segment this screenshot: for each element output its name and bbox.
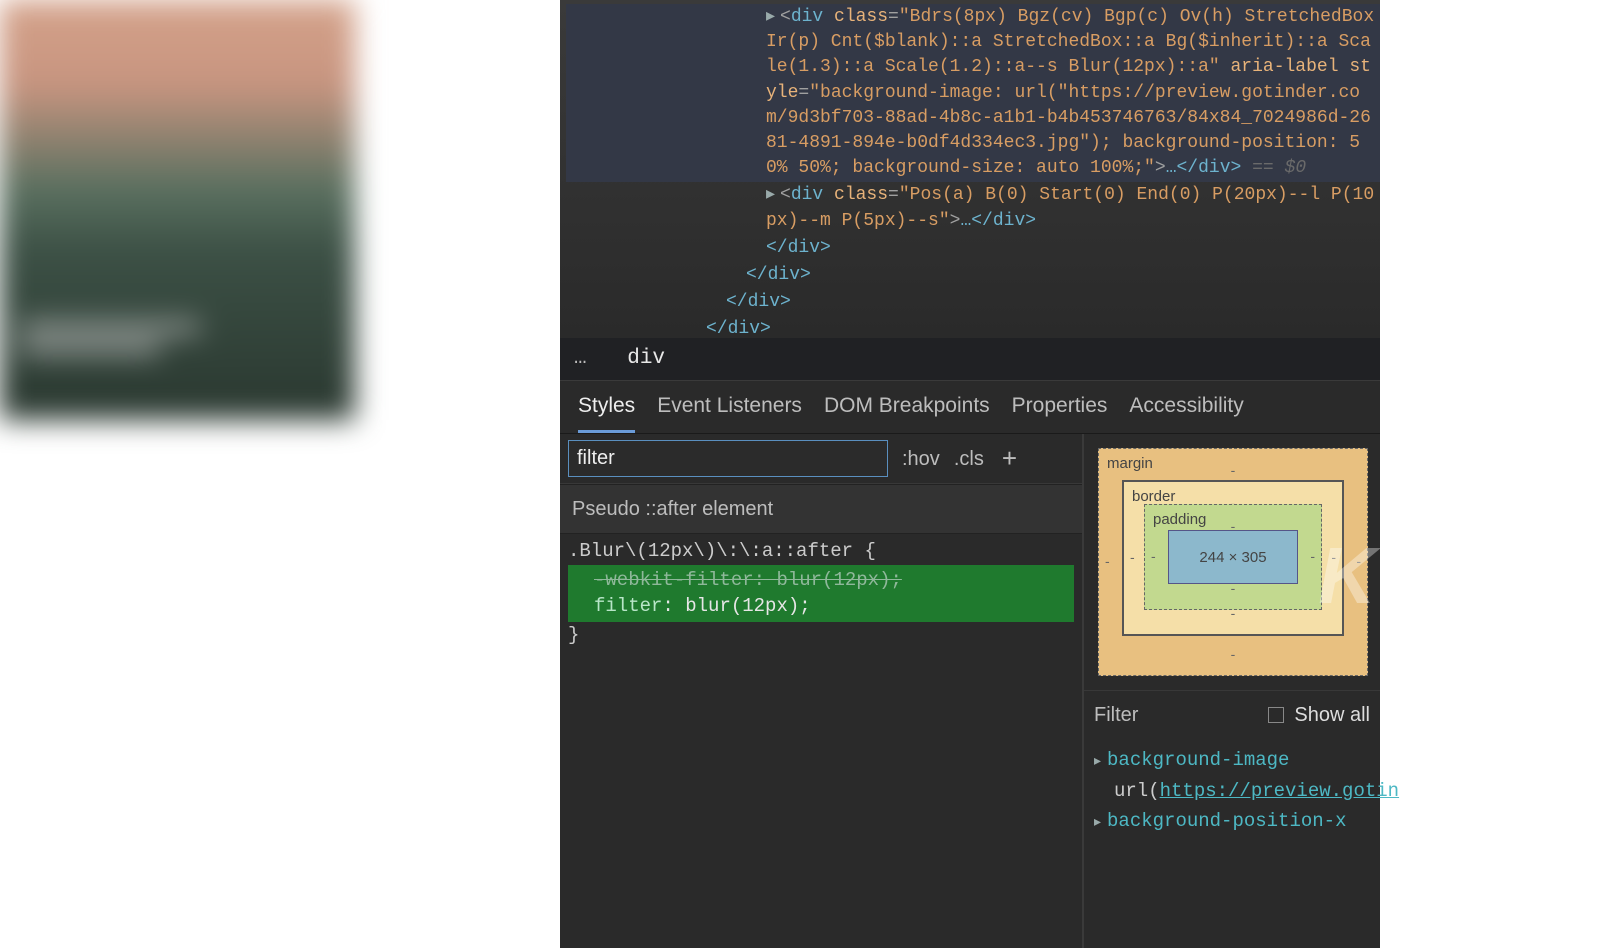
expand-arrow-icon[interactable]: ▸ [1094, 814, 1101, 834]
section-pseudo-after: Pseudo ::after element [560, 484, 1082, 534]
box-model-padding-label: padding [1153, 509, 1206, 530]
dom-close: </div> [566, 262, 1380, 289]
breadcrumb-current[interactable]: div [627, 347, 665, 370]
dom-node[interactable]: ▸<div class="Pos(a) B(0) Start(0) End(0)… [566, 182, 1380, 234]
computed-filter-label[interactable]: Filter [1094, 701, 1258, 729]
elements-tree[interactable]: ▸<div class="Bdrs(8px) Bgz(cv) Bgp(c) Ov… [560, 0, 1380, 338]
breadcrumb-ellipsis[interactable]: … [574, 347, 587, 370]
rule-selector: .Blur\(12px\)\:\:a::after { [568, 538, 1074, 565]
breadcrumb-bar[interactable]: … div [560, 338, 1380, 379]
show-all-label[interactable]: Show all [1294, 701, 1370, 729]
tab-styles[interactable]: Styles [578, 391, 635, 433]
preview-placeholder-lines [20, 323, 200, 365]
dom-close: </div> [566, 235, 1380, 262]
tag-name: div [791, 7, 823, 27]
declaration-filter[interactable]: filter: blur(12px); [594, 593, 1074, 620]
devtools-panel: ▸<div class="Bdrs(8px) Bgz(cv) Bgp(c) Ov… [560, 0, 1380, 948]
dom-close: </div> [566, 289, 1380, 316]
computed-prop-background-position-x[interactable]: ▸background-position-x [1094, 806, 1370, 837]
tab-event-listeners[interactable]: Event Listeners [657, 391, 802, 433]
css-rule[interactable]: .Blur\(12px\)\:\:a::after { -webkit-filt… [560, 534, 1082, 948]
hov-toggle[interactable]: :hov [902, 445, 940, 473]
styles-tabs: Styles Event Listeners DOM Breakpoints P… [560, 380, 1380, 433]
box-model-margin-label: margin [1107, 453, 1153, 474]
computed-prop-value: url(https://preview.gotin [1094, 776, 1370, 807]
computed-prop-background-image[interactable]: ▸background-image [1094, 745, 1370, 776]
dom-close: </div> [566, 316, 1380, 334]
tab-dom-breakpoints[interactable]: DOM Breakpoints [824, 391, 990, 433]
dom-node-selected[interactable]: ▸<div class="Bdrs(8px) Bgz(cv) Bgp(c) Ov… [566, 4, 1380, 182]
computed-column: margin - - - - border - - - - paddin [1082, 434, 1380, 948]
rule-close-brace: } [568, 622, 1074, 649]
box-model[interactable]: margin - - - - border - - - - paddin [1084, 434, 1380, 690]
show-all-checkbox[interactable] [1268, 707, 1284, 723]
tab-properties[interactable]: Properties [1012, 391, 1108, 433]
declaration-webkit-filter[interactable]: -webkit-filter: blur(12px); [594, 567, 1074, 594]
expand-arrow-icon[interactable]: ▸ [1094, 753, 1101, 773]
computed-filter-row: Filter Show all [1084, 690, 1380, 739]
computed-properties-list[interactable]: ▸background-image url(https://preview.go… [1084, 739, 1380, 857]
box-model-content-size: 244 × 305 [1199, 547, 1266, 568]
add-rule-button[interactable]: + [1002, 440, 1017, 476]
styles-filter-row: :hov .cls + [560, 434, 1082, 484]
preview-image-card [0, 0, 355, 420]
tab-accessibility[interactable]: Accessibility [1129, 391, 1243, 433]
styles-filter-input[interactable] [568, 440, 888, 477]
computed-url-link[interactable]: https://preview.gotin [1160, 780, 1399, 802]
cls-toggle[interactable]: .cls [954, 445, 984, 473]
